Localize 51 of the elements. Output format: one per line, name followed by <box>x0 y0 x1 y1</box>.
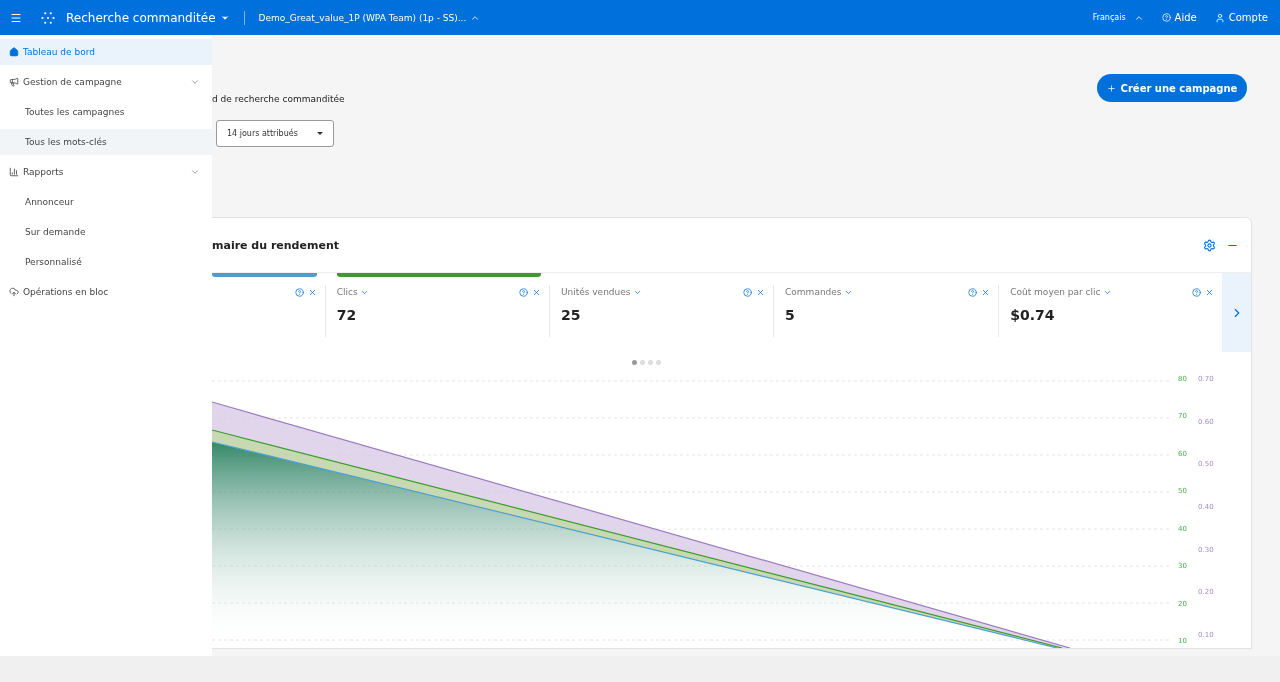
metric-selector[interactable]: Unités vendues <box>560 287 642 298</box>
product-switcher[interactable]: Recherche commanditée <box>66 10 230 25</box>
cloud-upload-icon <box>9 287 19 297</box>
sidebar-subitem[interactable]: Sur demande <box>0 219 212 245</box>
plus-icon <box>1106 83 1116 93</box>
help-icon[interactable] <box>1192 287 1202 297</box>
close-icon[interactable] <box>531 287 541 297</box>
spark-logo-icon <box>40 9 56 26</box>
attribution-dropdown[interactable]: 14 jours attribués <box>216 120 334 147</box>
sidebar-subitem[interactable]: Tous les mots-clés <box>0 129 212 155</box>
sidebar-item[interactable]: Rapports <box>0 159 212 185</box>
bar-chart-icon <box>9 167 19 177</box>
metric-selector[interactable]: Clics <box>336 287 369 298</box>
page-dot[interactable] <box>648 359 653 365</box>
metric-value: 25 <box>560 307 582 324</box>
sidebar-item[interactable]: Opérations en bloc <box>0 279 212 305</box>
home-icon <box>9 47 19 57</box>
menu-icon[interactable] <box>10 11 22 24</box>
language-selector[interactable]: Français <box>1092 12 1144 23</box>
close-icon[interactable] <box>307 287 317 297</box>
metric-value: $0.74 <box>1010 307 1056 324</box>
card-title: maire du rendement <box>212 238 339 252</box>
close-icon[interactable] <box>756 287 766 297</box>
sidebar-subitem[interactable]: Annonceur <box>0 189 212 215</box>
help-icon <box>1161 13 1171 22</box>
account-link[interactable]: Compte <box>1214 12 1268 23</box>
user-icon <box>1214 12 1225 23</box>
sidebar-item[interactable]: Tableau de bord <box>0 39 212 65</box>
page-dot[interactable] <box>640 359 645 365</box>
metric-value: 72 <box>336 307 358 324</box>
help-icon[interactable] <box>743 287 753 297</box>
close-icon[interactable] <box>981 287 991 297</box>
metric-selector[interactable]: Coût moyen par clic <box>1010 287 1112 298</box>
settings-icon[interactable] <box>1203 238 1216 252</box>
sidebar-subitem[interactable]: Personnalisé <box>0 249 212 275</box>
help-icon[interactable] <box>968 287 978 297</box>
megaphone-icon <box>9 77 19 87</box>
create-campaign-button[interactable]: Créer une campagne <box>1097 74 1247 102</box>
sidebar-item[interactable]: Gestion de campagne <box>0 69 212 95</box>
caret-icon <box>317 132 323 135</box>
sidebar-subitem[interactable]: Toutes les campagnes <box>0 99 212 125</box>
help-icon[interactable] <box>294 287 304 297</box>
metric-selector[interactable]: Commandes <box>785 287 853 298</box>
help-icon[interactable] <box>518 287 528 297</box>
help-link[interactable]: Aide <box>1161 12 1197 23</box>
close-icon[interactable] <box>1205 287 1215 297</box>
page-dot[interactable] <box>632 359 637 365</box>
page-dot[interactable] <box>656 359 661 365</box>
page-subtitle: d de recherche commanditée <box>212 94 345 104</box>
account-switcher[interactable]: Demo_Great_value_1P (WPA Team) (1p - SS)... <box>258 12 481 23</box>
metric-value: 5 <box>785 307 796 324</box>
